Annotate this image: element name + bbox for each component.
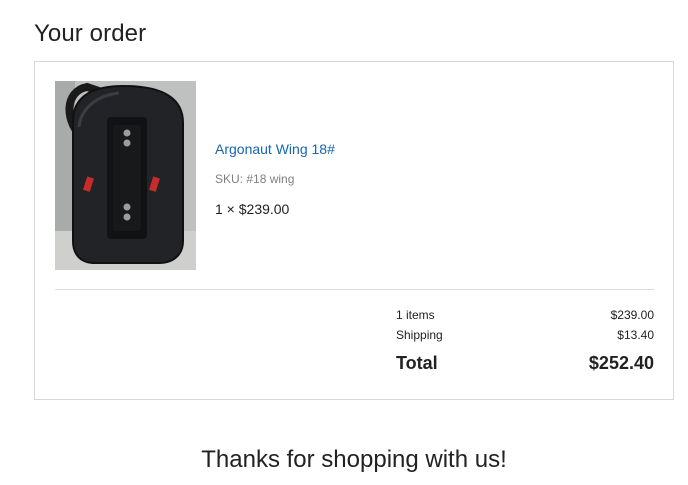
thank-you-message: Thanks for shopping with us! [201,446,507,473]
product-sku: SKU: #18 wing [215,172,295,186]
order-totals: 1 items $239.00 Shipping $13.40 Total $2… [396,308,654,374]
shipping-value: $13.40 [617,328,654,342]
total-value: $252.40 [588,353,654,373]
page-title: Your order [34,20,147,47]
bcd-wing-image [55,81,196,270]
product-name-link[interactable]: Argonaut Wing 18# [215,141,335,157]
items-value: $239.00 [610,308,654,322]
items-row: 1 items $239.00 [396,308,654,328]
order-confirmation-page: Your order Argonaut Wing 18# SKU: #18 wi… [0,0,688,485]
shipping-row: Shipping $13.40 [396,328,654,348]
items-label: 1 items [396,308,435,322]
summary-divider [55,289,654,290]
total-label: Total [396,353,438,373]
product-quantity-price: 1 × $239.00 [215,201,290,217]
product-image[interactable] [55,81,196,270]
total-row: Total $252.40 [396,353,654,374]
order-summary-card: Argonaut Wing 18# SKU: #18 wing 1 × $239… [34,61,674,400]
shipping-label: Shipping [396,328,443,342]
